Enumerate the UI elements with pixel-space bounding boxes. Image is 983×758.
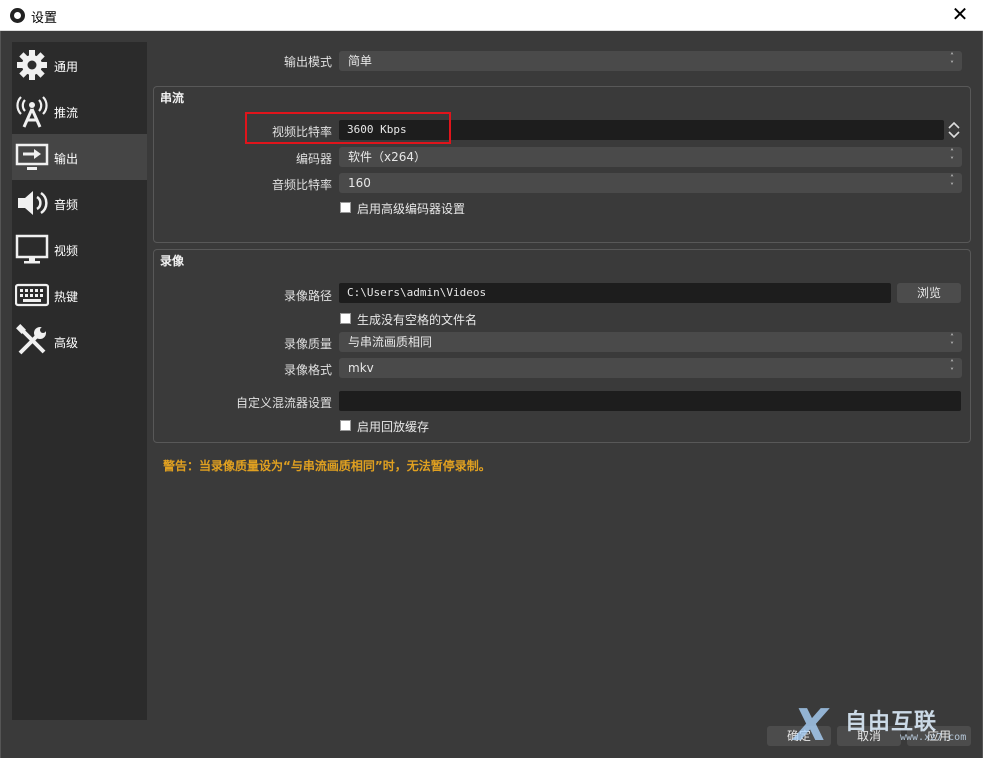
checkbox-box[interactable] [340,313,351,324]
recording-format-select[interactable]: mkv ˄ ˅ [339,358,962,378]
replay-buffer-label: 启用回放缓存 [357,420,430,434]
recording-quality-select[interactable]: 与串流画质相同 ˄ ˅ [339,332,962,352]
gear-icon [17,50,47,80]
recording-format-label: 录像格式 [283,363,332,377]
chevron-updown-icon: ˄ ˅ [950,359,954,376]
recording-path-input[interactable]: C:\Users\admin\Videos [339,283,891,303]
output-mode-select[interactable]: 简单 ˄ ˅ [339,51,962,71]
advanced-encoder-label: 启用高级编码器设置 [357,202,466,216]
monitor-icon [15,234,49,264]
recording-path-label: 录像路径 [283,289,332,303]
recording-quality-value: 与串流画质相同 [348,335,433,349]
advanced-encoder-checkbox[interactable]: 启用高级编码器设置 [340,200,540,216]
output-mode-value: 简单 [348,54,373,68]
sidebar-item-audio[interactable]: 音频 [12,180,147,226]
recording-group-title: 录像 [160,254,185,268]
chevron-updown-icon: ˄ ˅ [950,333,954,350]
recording-path-value: C:\Users\admin\Videos [347,286,487,299]
audio-bitrate-label: 音频比特率 [271,178,332,192]
browse-button[interactable]: 浏览 [897,283,961,303]
sidebar-item-label: 通用 [54,60,79,74]
video-bitrate-spinner[interactable] [946,120,962,140]
speaker-icon [18,191,48,215]
encoder-value: 软件（x264） [348,150,427,164]
chevron-updown-icon: ˄ ˅ [950,174,954,191]
audio-bitrate-select[interactable]: 160 ˄ ˅ [339,173,962,193]
obs-logo-icon [10,8,25,23]
sidebar-item-general[interactable]: 通用 [12,42,147,88]
sidebar-item-hotkeys[interactable]: 热键 [12,272,147,318]
sidebar-item-label: 高级 [54,336,79,350]
window-title: 设置 [31,11,58,26]
muxer-settings-label: 自定义混流器设置 [235,396,332,410]
audio-bitrate-value: 160 [348,176,371,190]
output-mode-label: 输出模式 [283,55,332,69]
settings-sidebar: 通用 推流 输出 音频 视频 热键 高级 [12,42,147,720]
warning-message: 警告：当录像质量设为“与串流画质相同”时，无法暂停录制。 [163,459,491,473]
chevron-updown-icon: ˄ ˅ [950,52,954,69]
sidebar-item-label: 热键 [54,290,79,304]
encoder-label: 编码器 [295,152,332,166]
sidebar-item-output[interactable]: 输出 [12,134,147,180]
tools-icon [16,324,46,355]
close-button[interactable]: ✕ [937,0,983,31]
sidebar-item-advanced[interactable]: 高级 [12,318,147,364]
replay-buffer-checkbox[interactable]: 启用回放缓存 [340,418,500,434]
sidebar-item-label: 音频 [54,198,79,212]
streaming-group-title: 串流 [160,91,185,105]
spin-arrows-icon [948,121,960,139]
sidebar-item-stream[interactable]: 推流 [12,88,147,134]
sidebar-item-video[interactable]: 视频 [12,226,147,272]
watermark-mark: X [794,700,828,751]
checkbox-box[interactable] [340,202,351,213]
sidebar-item-label: 推流 [54,106,79,120]
watermark-domain: www.xz7.com [900,732,967,743]
muxer-settings-input[interactable] [339,391,961,411]
no-space-filename-checkbox[interactable]: 生成没有空格的文件名 [340,311,540,327]
title-bar: 设置 ✕ [0,0,983,31]
recording-format-value: mkv [348,361,374,375]
checkbox-box[interactable] [340,420,351,431]
highlight-annotation [245,112,451,144]
sidebar-item-label: 输出 [54,152,79,166]
chevron-updown-icon: ˄ ˅ [950,148,954,165]
recording-quality-label: 录像质量 [283,337,332,351]
no-space-filename-label: 生成没有空格的文件名 [357,313,478,327]
encoder-select[interactable]: 软件（x264） ˄ ˅ [339,147,962,167]
sidebar-item-label: 视频 [54,244,79,258]
watermark-logo: X 自由互联 www.xz7.com [790,700,980,752]
broadcast-tower-icon [16,96,48,128]
keyboard-icon [15,283,49,307]
output-monitor-icon [15,143,49,170]
